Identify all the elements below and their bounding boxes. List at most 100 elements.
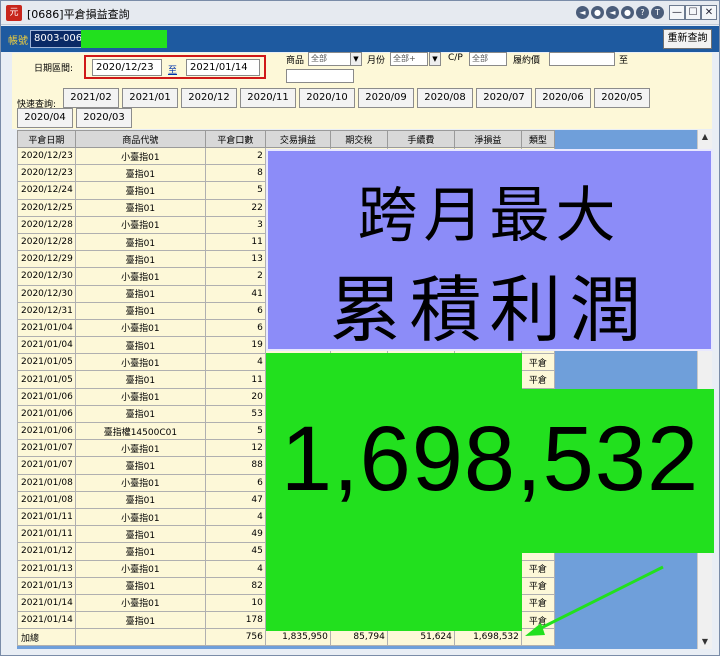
cell-product: 臺指01: [74, 542, 206, 561]
refresh-query-button[interactable]: 重新查詢: [663, 29, 712, 49]
col-header-trade-pnl[interactable]: 交易損益: [264, 130, 331, 148]
cell-product: 小臺指01: [74, 215, 206, 234]
product-select[interactable]: 全部: [308, 52, 352, 66]
col-header-date[interactable]: 平倉日期: [17, 130, 76, 148]
col-header-tax[interactable]: 期交稅: [329, 130, 388, 148]
up-arrow-icon[interactable]: ▲: [698, 130, 712, 144]
cell-product: 小臺指01: [74, 318, 206, 338]
total-net-pnl: 1,698,532: [453, 628, 522, 647]
quick-button-2020-04[interactable]: 2020/04: [17, 108, 73, 128]
quick-button-2020-07[interactable]: 2020/07: [476, 88, 532, 108]
cell-date: 2021/01/05: [17, 370, 76, 389]
cell-qty: 11: [204, 370, 266, 389]
col-header-product[interactable]: 商品代號: [74, 130, 206, 148]
window-title: [0686]平倉損益查詢: [27, 8, 130, 21]
quick-button-2020-12[interactable]: 2020/12: [181, 88, 237, 108]
prev-icon[interactable]: ◄: [606, 6, 619, 19]
quick-button-2021-02[interactable]: 2021/02: [63, 88, 119, 108]
cell-date: 2020/12/23: [17, 146, 76, 166]
cell-date: 2021/01/04: [17, 336, 76, 355]
total-product-cell: [74, 628, 206, 647]
back-icon[interactable]: ◄: [576, 6, 589, 19]
cell-date: 2020/12/28: [17, 215, 76, 234]
amount-value: 1,698,532: [280, 408, 700, 510]
cell-date: 2021/01/06: [17, 387, 76, 406]
app-window: 元 [0686]平倉損益查詢 ◄ ● ◄ ● ? T — ☐ ✕ 帳號 8003…: [0, 0, 720, 656]
quick-button-2020-03[interactable]: 2020/03: [76, 108, 132, 128]
cell-date: 2020/12/30: [17, 267, 76, 286]
cp-label: C/P: [448, 53, 463, 63]
topmost-icon[interactable]: T: [651, 6, 664, 19]
month-select[interactable]: 全部+: [390, 52, 428, 66]
cell-product: 臺指01: [74, 576, 206, 595]
col-header-fee[interactable]: 手續費: [386, 130, 455, 148]
cell-qty: 53: [204, 404, 266, 424]
cell-product: 小臺指01: [74, 593, 206, 613]
strike-from-field[interactable]: [549, 52, 615, 66]
maximize-button[interactable]: ☐: [685, 5, 701, 20]
cell-product: 臺指01: [74, 301, 206, 320]
total-trade-pnl: 1,835,950: [264, 628, 331, 647]
chevron-down-icon[interactable]: ▼: [429, 52, 441, 66]
col-header-net-pnl[interactable]: 淨損益: [453, 130, 522, 148]
cell-qty: 49: [204, 525, 266, 544]
cell-date: 2020/12/31: [17, 301, 76, 320]
cell-date: 2021/01/13: [17, 576, 76, 595]
cp-select[interactable]: 全部: [469, 52, 507, 66]
cell-qty: 47: [204, 490, 266, 509]
cell-date: 2021/01/11: [17, 507, 76, 527]
quick-button-2020-11[interactable]: 2020/11: [240, 88, 296, 108]
cell-product: 臺指01: [74, 164, 206, 183]
cell-date: 2021/01/11: [17, 525, 76, 544]
cell-product: 臺指01: [74, 232, 206, 252]
cell-product: 臺指01: [74, 250, 206, 269]
cell-qty: 20: [204, 387, 266, 406]
cell-date: 2021/01/13: [17, 559, 76, 578]
total-label: 加總: [17, 628, 76, 647]
cell-product: 臺指01: [74, 284, 206, 303]
cell-type: 平倉: [520, 611, 555, 630]
cell-type: 平倉: [520, 576, 555, 595]
extra-filter-field[interactable]: [286, 69, 354, 83]
quick-button-2020-06[interactable]: 2020/06: [535, 88, 591, 108]
quick-button-2020-09[interactable]: 2020/09: [358, 88, 414, 108]
down-arrow-icon[interactable]: ▼: [698, 635, 712, 649]
headline-line1: 跨月最大: [357, 181, 622, 251]
cell-type: 平倉: [520, 353, 555, 372]
amount-callout: 1,698,532: [266, 389, 714, 553]
minimize-button[interactable]: —: [669, 5, 685, 20]
cell-product: 臺指01: [74, 370, 206, 389]
col-header-type[interactable]: 類型: [520, 130, 555, 148]
total-row: 加總 756 1,835,950 85,794 51,624 1,698,532: [17, 628, 555, 647]
quick-button-2020-05[interactable]: 2020/05: [594, 88, 650, 108]
cell-qty: 6: [204, 301, 266, 320]
quick-button-2020-10[interactable]: 2020/10: [299, 88, 355, 108]
cell-product: 臺指01: [74, 198, 206, 217]
chevron-down-icon[interactable]: ▼: [350, 52, 362, 66]
cell-product: 臺指01: [74, 490, 206, 509]
date-range-highlight: [84, 55, 266, 79]
green-mask-upper: [266, 353, 522, 389]
total-type-cell: [520, 628, 555, 647]
quick-button-2021-01[interactable]: 2021/01: [122, 88, 178, 108]
cell-qty: 82: [204, 576, 266, 595]
cell-qty: 12: [204, 439, 266, 458]
dot-icon[interactable]: ●: [621, 6, 634, 19]
record-icon[interactable]: ●: [591, 6, 604, 19]
col-header-qty[interactable]: 平倉口數: [204, 130, 266, 148]
product-label: 商品: [286, 56, 305, 66]
quick-button-2020-08[interactable]: 2020/08: [417, 88, 473, 108]
cell-product: 臺指權14500C01: [74, 421, 206, 441]
cell-product: 臺指01: [74, 336, 206, 355]
cell-qty: 88: [204, 456, 266, 475]
cell-date: 2021/01/06: [17, 404, 76, 424]
close-button[interactable]: ✕: [701, 5, 717, 20]
help-icon[interactable]: ?: [636, 6, 649, 19]
cell-qty: 8: [204, 164, 266, 183]
cell-date: 2021/01/08: [17, 490, 76, 509]
headline-callout: 跨月最大 累積利潤: [266, 149, 713, 352]
cell-date: 2020/12/29: [17, 250, 76, 269]
cell-qty: 11: [204, 232, 266, 252]
cell-qty: 13: [204, 250, 266, 269]
account-bar: 帳號 8003-0066 重新查詢: [1, 26, 719, 52]
